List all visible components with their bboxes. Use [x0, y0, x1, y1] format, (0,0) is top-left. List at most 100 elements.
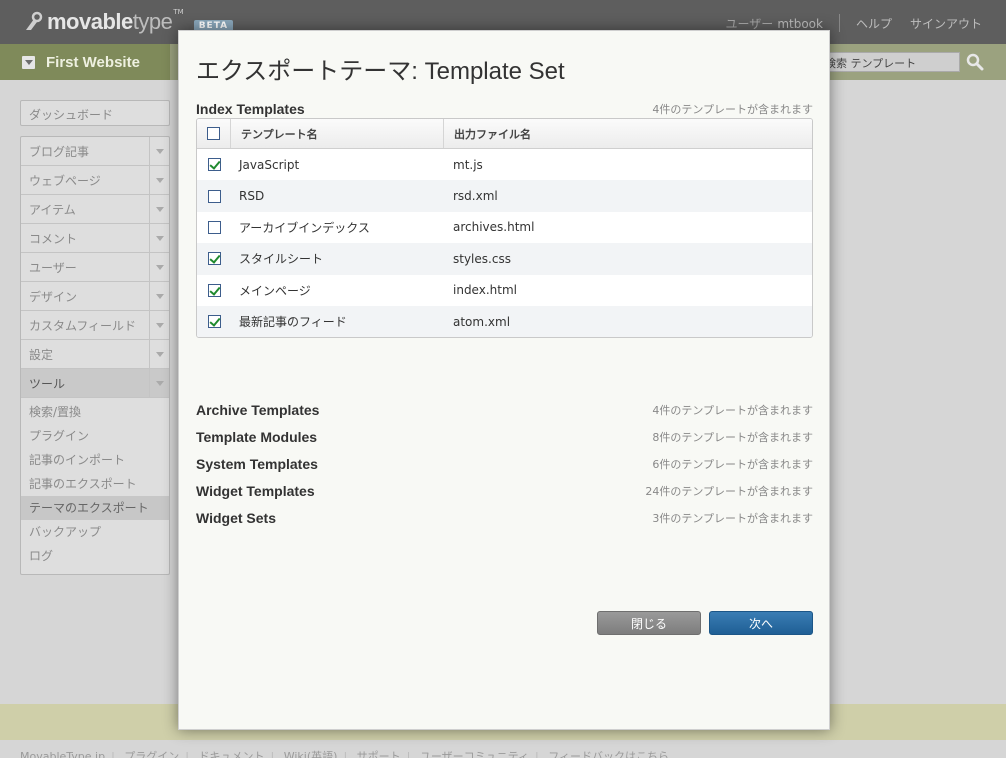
section-header[interactable]: Archive Templates 4件のテンプレートが含まれます — [196, 402, 813, 418]
footer-link[interactable]: MovableType.jp — [20, 750, 105, 758]
submenu-export[interactable]: 記事のエクスポート — [21, 472, 169, 496]
select-all-checkbox[interactable] — [207, 127, 220, 140]
sidebar-item-users[interactable]: ユーザー — [21, 253, 169, 282]
logo-text: movabletype — [47, 9, 173, 34]
column-output-file[interactable]: 出力ファイル名 — [444, 119, 812, 148]
nav-divider — [838, 14, 840, 32]
sidebar-item-comments[interactable]: コメント — [21, 224, 169, 253]
row-checkbox[interactable] — [207, 252, 221, 266]
section-count: 8件のテンプレートが含まれます — [652, 431, 813, 444]
template-name: アーカイブインデックス — [239, 220, 370, 235]
submenu-theme-export[interactable]: テーマのエクスポート — [21, 496, 169, 520]
chevron-down-icon[interactable] — [149, 311, 169, 339]
table-row[interactable]: JavaScript mt.js — [197, 149, 812, 180]
section-name: Index Templates — [196, 101, 305, 117]
row-checkbox[interactable] — [207, 158, 221, 172]
submenu-log[interactable]: ログ — [21, 544, 169, 568]
footer-link[interactable]: プラグイン — [124, 750, 179, 758]
table-header: テンプレート名 出力ファイル名 — [197, 119, 812, 149]
sidebar-item-design[interactable]: デザイン — [21, 282, 169, 311]
template-name: メインページ — [239, 283, 311, 298]
submenu-import[interactable]: 記事のインポート — [21, 448, 169, 472]
section-name: Widget Sets — [196, 510, 276, 526]
dialog-title: エクスポートテーマ: Template Set — [196, 58, 565, 85]
tools-submenu: 検索/置換 プラグイン 記事のインポート 記事のエクスポート テーマのエクスポー… — [21, 398, 169, 574]
footer-link[interactable]: サポート — [357, 750, 401, 758]
output-file-name: rsd.xml — [453, 189, 498, 204]
template-name: RSD — [239, 189, 265, 204]
template-name: JavaScript — [239, 157, 300, 172]
sidebar-item-pages[interactable]: ウェブページ — [21, 166, 169, 195]
section-count: 24件のテンプレートが含まれます — [645, 485, 813, 498]
output-file-name: styles.css — [453, 251, 511, 266]
chevron-down-icon[interactable] — [149, 224, 169, 252]
table-row[interactable]: アーカイブインデックス archives.html — [197, 212, 812, 243]
section-count: 3件のテンプレートが含まれます — [652, 512, 813, 525]
sidebar-item-tools[interactable]: ツール — [21, 369, 169, 398]
index-templates-table: テンプレート名 出力ファイル名 JavaScript mt.js RSD rsd.xm… — [196, 118, 813, 339]
sidebar-menu: ブログ記事 ウェブページ アイテム コメント ユーザー デザイン カスタムフィー… — [20, 136, 170, 575]
footer-links: MovableType.jp | プラグイン | ドキュメント | Wiki(英語) |… — [20, 748, 1000, 758]
row-checkbox[interactable] — [207, 189, 221, 203]
template-name: 最新記事のフィード — [239, 315, 347, 330]
footer-link[interactable]: フィードバックはこちら — [548, 750, 669, 758]
submenu-search-replace[interactable]: 検索/置換 — [21, 400, 169, 424]
submenu-plugins[interactable]: プラグイン — [21, 424, 169, 448]
sidebar-item-settings[interactable]: 設定 — [21, 340, 169, 369]
table-row[interactable]: メインページ index.html — [197, 275, 812, 306]
section-name: System Templates — [196, 456, 318, 472]
section-index-templates[interactable]: Index Templates 4件のテンプレートが含まれます — [196, 101, 813, 117]
search-input[interactable]: 検索 テンプレート — [818, 52, 960, 72]
submenu-backup[interactable]: バックアップ — [21, 520, 169, 544]
next-button[interactable]: 次へ — [709, 611, 813, 635]
export-theme-dialog: エクスポートテーマ: Template Set Index Templates … — [178, 30, 830, 730]
scope-name: First Website — [46, 53, 140, 71]
search-icon[interactable] — [966, 53, 984, 71]
column-template-name[interactable]: テンプレート名 — [231, 119, 444, 148]
section-count: 4件のテンプレートが含まれます — [652, 404, 813, 417]
output-file-name: atom.xml — [453, 314, 511, 329]
row-checkbox[interactable] — [207, 315, 221, 329]
user-info: ユーザー mtbook — [725, 16, 823, 31]
sidebar: ダッシュボード ブログ記事 ウェブページ アイテム コメント ユーザー デザイン… — [20, 100, 170, 575]
section-header[interactable]: System Templates 6件のテンプレートが含まれます — [196, 456, 813, 472]
output-file-name: archives.html — [453, 220, 535, 235]
section-header[interactable]: Widget Templates 24件のテンプレートが含まれます — [196, 483, 813, 499]
chevron-down-icon[interactable] — [149, 340, 169, 368]
table-row[interactable]: スタイルシート styles.css — [197, 243, 812, 275]
signout-link[interactable]: サインアウト — [910, 15, 982, 32]
section-header[interactable]: Widget Sets 3件のテンプレートが含まれます — [196, 510, 813, 526]
dropdown-icon — [22, 55, 35, 69]
sidebar-dashboard[interactable]: ダッシュボード — [20, 100, 170, 126]
chevron-down-icon[interactable] — [149, 195, 169, 223]
help-link[interactable]: ヘルプ — [856, 15, 892, 32]
sidebar-item-assets[interactable]: アイテム — [21, 195, 169, 224]
section-name: Template Modules — [196, 429, 318, 445]
chevron-down-icon[interactable] — [149, 253, 169, 281]
section-header[interactable]: Template Modules 8件のテンプレートが含まれます — [196, 429, 813, 445]
footer-link[interactable]: ユーザーコミュニティ — [420, 750, 529, 758]
table-row[interactable]: 最新記事のフィード atom.xml — [197, 305, 812, 338]
section-name: Widget Templates — [196, 483, 315, 499]
output-file-name: index.html — [453, 283, 517, 298]
chevron-down-icon[interactable] — [149, 137, 169, 165]
close-button[interactable]: 閉じる — [597, 611, 701, 635]
chevron-down-icon[interactable] — [149, 282, 169, 310]
table-row[interactable]: RSD rsd.xml — [197, 180, 812, 212]
chevron-down-icon[interactable] — [149, 166, 169, 194]
footer-link[interactable]: Wiki(英語) — [284, 750, 338, 758]
sidebar-item-custom-fields[interactable]: カスタムフィールド — [21, 311, 169, 340]
scope-selector[interactable]: First Website — [0, 44, 170, 80]
chevron-down-icon[interactable] — [149, 369, 169, 397]
template-name: スタイルシート — [239, 252, 324, 267]
row-checkbox[interactable] — [207, 283, 221, 297]
logo-mark-icon — [22, 11, 44, 33]
logo-trademark: TM — [173, 8, 184, 16]
sidebar-item-entries[interactable]: ブログ記事 — [21, 137, 169, 166]
footer-link[interactable]: ドキュメント — [199, 750, 265, 758]
section-count: 6件のテンプレートが含まれます — [652, 458, 813, 471]
output-file-name: mt.js — [453, 157, 483, 172]
section-name: Archive Templates — [196, 402, 320, 418]
row-checkbox[interactable] — [207, 220, 221, 234]
user-name-link[interactable]: mtbook — [777, 17, 823, 31]
